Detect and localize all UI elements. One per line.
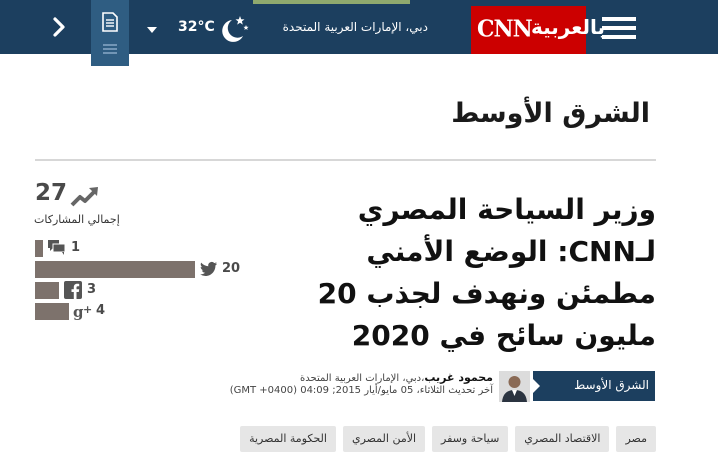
tag-list: مصر الاقتصاد المصري سياحة وسفر الأمن الم… — [190, 426, 656, 452]
share-bar-twitter — [35, 261, 195, 278]
facebook-icon[interactable] — [64, 281, 82, 299]
hamburger-menu-icon[interactable] — [602, 16, 636, 40]
category-badge-label: الشرق الأوسط — [574, 378, 649, 392]
category-badge[interactable]: الشرق الأوسط — [533, 371, 655, 401]
shares-label: إجمالي المشاركات — [34, 213, 120, 226]
section-divider — [35, 159, 656, 161]
share-bar-comments — [35, 240, 43, 257]
tag-item[interactable]: سياحة وسفر — [432, 426, 509, 452]
headline-line: مليون سائح في 2020 — [351, 319, 656, 352]
logo-latin-text: CNN — [477, 15, 533, 43]
share-bar-google-plus — [35, 303, 69, 320]
temperature: 32°C — [178, 19, 215, 35]
svg-text:+: + — [83, 303, 92, 316]
share-count-google-plus: 4 — [96, 303, 106, 318]
article-tab[interactable] — [91, 0, 129, 66]
tag-item[interactable]: الاقتصاد المصري — [515, 426, 610, 452]
author-avatar-icon — [499, 371, 530, 402]
author-line: محمود غريب،دبي، الإمارات العربية المتحدة — [200, 371, 493, 384]
google-plus-icon[interactable]: g + — [73, 302, 93, 320]
twitter-bird-icon[interactable] — [200, 260, 218, 278]
share-count-twitter: 20 — [222, 261, 241, 276]
section-title[interactable]: الشرق الأوسط — [400, 98, 650, 129]
article-headline: وزير السياحة المصري لـCNN: الوضع الأمني … — [274, 189, 656, 357]
badge-notch — [533, 379, 540, 393]
headline-line: لـCNN: الوضع الأمني — [366, 235, 656, 268]
logo-arabic-text: بالعربية — [531, 15, 606, 39]
headline-line: مطمئن ونهدف لجذب 20 — [317, 277, 656, 310]
lines-icon — [103, 44, 117, 54]
cnn-arabic-logo[interactable]: CNN بالعربية — [471, 6, 605, 54]
location-dropdown-caret[interactable] — [147, 27, 157, 33]
share-count-facebook: 3 — [87, 282, 97, 297]
comment-bubbles-icon[interactable] — [48, 239, 66, 257]
headline-line: وزير السياحة المصري — [357, 193, 656, 226]
accent-strip — [253, 0, 410, 4]
chevron-right-icon[interactable] — [46, 14, 72, 40]
top-navigation-bar: 32°C دبي، الإمارات العربية المتحدة CNN ب… — [0, 0, 718, 66]
share-bar-facebook — [35, 282, 59, 299]
shares-total: 27 — [35, 180, 68, 206]
tag-item[interactable]: الأمن المصري — [342, 426, 426, 452]
author-photo[interactable] — [499, 371, 530, 402]
tag-item[interactable]: مصر — [616, 426, 656, 452]
trending-up-icon — [70, 187, 98, 207]
weather-location[interactable]: دبي، الإمارات العربية المتحدة — [258, 20, 428, 34]
document-icon — [102, 12, 118, 32]
moon-stars-icon — [222, 16, 249, 42]
tag-item[interactable]: الحكومة المصرية — [240, 426, 336, 452]
author-location: ،دبي، الإمارات العربية المتحدة — [300, 373, 425, 384]
updated-timestamp: آخر تحديث الثلاثاء، 05 مايو/أيار 2015; 0… — [229, 385, 493, 396]
author-name[interactable]: محمود غريب — [424, 371, 493, 384]
share-count-comments: 1 — [71, 240, 81, 255]
